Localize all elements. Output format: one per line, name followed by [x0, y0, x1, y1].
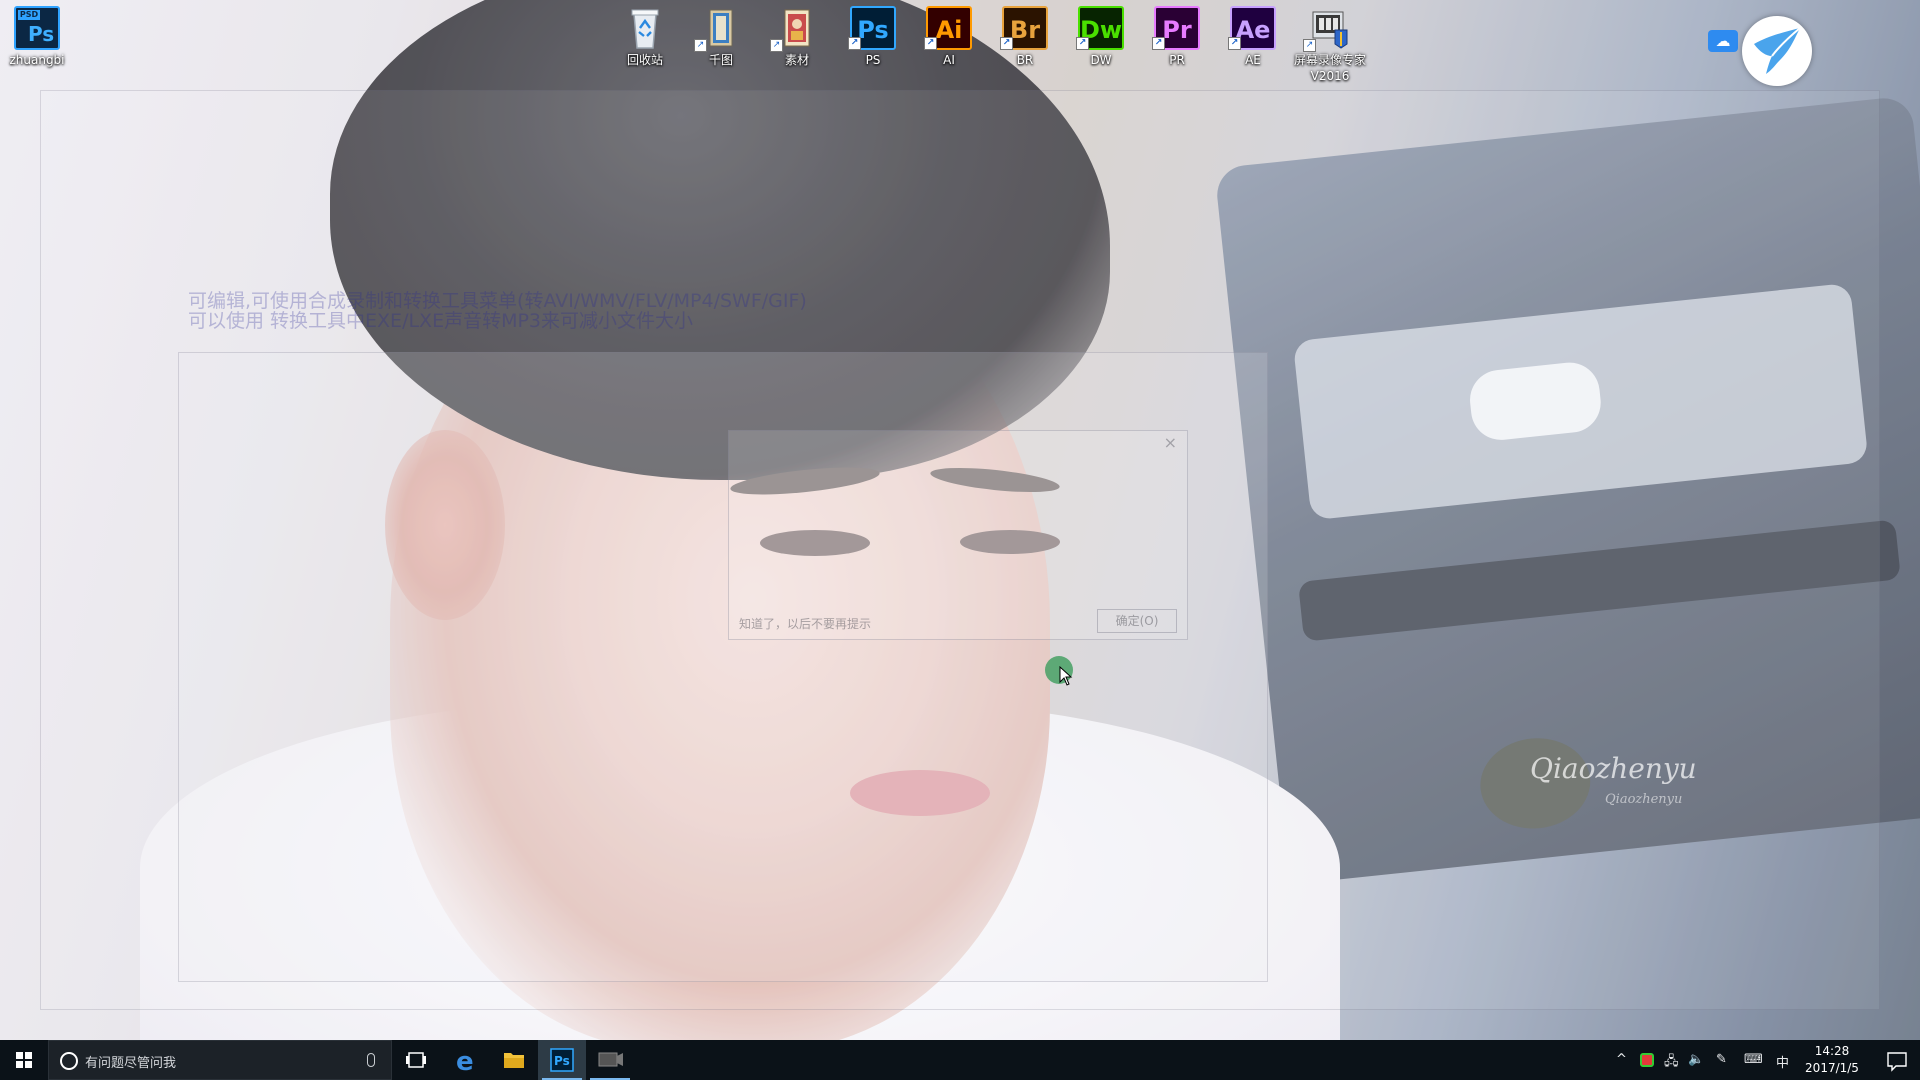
tray-app-icon[interactable]	[1640, 1053, 1654, 1067]
shortcut-arrow-icon: ↗	[770, 39, 783, 52]
task-view-icon	[406, 1052, 426, 1068]
volume-icon[interactable]: 🔈	[1688, 1052, 1704, 1067]
desktop-icon-label: zhuangbi	[9, 53, 65, 67]
windows-logo-icon	[16, 1052, 32, 1068]
edge-browser-icon: e	[456, 1047, 474, 1077]
wallpaper-watermark-sub: Qiaozhenyu	[1605, 792, 1683, 807]
cortana-icon	[60, 1052, 78, 1070]
desktop-icon-qiantu[interactable]: ↗ 千图	[684, 6, 758, 68]
desktop-icon-label: BR	[1016, 53, 1034, 67]
illustrator-abbr: Ai	[935, 16, 963, 44]
desktop-icon-dreamweaver[interactable]: Dw ↗ DW	[1064, 6, 1138, 68]
network-icon[interactable]: 🖧	[1664, 1052, 1679, 1074]
psd-file-icon: PSD Ps	[14, 6, 60, 50]
photoshop-taskbar-icon: Ps	[550, 1048, 574, 1072]
qiantu-shortcut-icon: ↗	[694, 6, 744, 52]
clock-date: 2017/1/5	[1805, 1061, 1859, 1075]
shortcut-arrow-icon: ↗	[694, 39, 707, 52]
desktop-icon-label: 屏幕录像专家 V2016	[1293, 53, 1366, 83]
desktop-icon-screen-recorder[interactable]: ↗ 屏幕录像专家 V2016	[1292, 6, 1368, 84]
desktop-icon-photoshop[interactable]: Ps ↗ PS	[836, 6, 910, 68]
recycle-bin-icon	[622, 6, 668, 50]
desktop-icon-recycle-bin[interactable]: 回收站	[608, 6, 682, 68]
desktop-icon-illustrator[interactable]: Ai ↗ AI	[912, 6, 986, 68]
task-view-button[interactable]	[392, 1040, 440, 1080]
shortcut-arrow-icon: ↗	[1303, 39, 1316, 52]
desktop-icon-zhuangbi[interactable]: PSD Ps zhuangbi	[0, 6, 74, 68]
desktop-icon-label: DW	[1090, 53, 1112, 67]
cortana-search-box[interactable]: 有问题尽管问我	[48, 1040, 392, 1080]
desktop-icon-bridge[interactable]: Br ↗ BR	[988, 6, 1062, 68]
svg-text:Ps: Ps	[554, 1054, 570, 1068]
show-hidden-icons-chevron-icon[interactable]: ^	[1616, 1052, 1627, 1067]
shortcut-arrow-icon: ↗	[1152, 37, 1165, 50]
svg-text:e: e	[456, 1047, 474, 1077]
shortcut-arrow-icon: ↗	[1076, 37, 1089, 50]
psd-badge: PSD	[18, 10, 40, 20]
desktop-icon-label: AE	[1245, 53, 1261, 67]
desktop-wallpaper	[0, 0, 1920, 1040]
screen-recorder-icon: ↗	[1303, 6, 1353, 52]
desktop-icon-label: PR	[1169, 53, 1185, 67]
input-method-indicator[interactable]: 中	[1776, 1052, 1789, 1071]
shortcut-arrow-icon: ↗	[1000, 37, 1013, 50]
shortcut-arrow-icon: ↗	[1228, 37, 1241, 50]
microphone-icon[interactable]	[367, 1053, 375, 1067]
floating-bird-widget-icon[interactable]	[1742, 16, 1812, 86]
bridge-icon: Br ↗	[1000, 6, 1048, 50]
shortcut-arrow-icon: ↗	[924, 37, 937, 50]
desktop-icon-materials[interactable]: ↗ 素材	[760, 6, 834, 68]
wallpaper-veil	[0, 0, 1920, 1040]
photoshop-abbr: Ps	[857, 16, 889, 44]
illustrator-icon: Ai ↗	[924, 6, 972, 50]
cloud-sync-icon[interactable]: ☁	[1708, 30, 1738, 52]
mouse-cursor-icon	[1059, 665, 1073, 690]
action-center-button[interactable]	[1874, 1040, 1920, 1080]
clock-time: 14:28	[1814, 1044, 1850, 1058]
taskbar-file-explorer-button[interactable]	[490, 1040, 538, 1080]
start-button[interactable]	[0, 1040, 48, 1080]
desktop-icon-label: 回收站	[626, 53, 663, 67]
desktop-icon-label: 千图	[708, 53, 733, 67]
touch-keyboard-icon[interactable]: ⌨	[1744, 1052, 1763, 1067]
notification-icon	[1887, 1052, 1907, 1072]
taskbar-clock[interactable]: 14:28 2017/1/5	[1792, 1043, 1872, 1077]
desktop-icon-label: AI	[943, 53, 955, 67]
desktop-icon-label: PS	[865, 53, 881, 67]
premiere-icon: Pr ↗	[1152, 6, 1200, 50]
desktop-icon-premiere[interactable]: Pr ↗ PR	[1140, 6, 1214, 68]
taskbar-photoshop-button[interactable]: Ps	[538, 1040, 586, 1080]
search-placeholder: 有问题尽管问我	[85, 1056, 177, 1071]
premiere-abbr: Pr	[1162, 16, 1192, 44]
taskbar: 有问题尽管问我 e Ps ^ 🖧 🔈 ✎ ⌨ 中 14:28 2017/1/5	[0, 1040, 1920, 1080]
desktop-icon-after-effects[interactable]: Ae ↗ AE	[1216, 6, 1290, 68]
photoshop-icon: Ps ↗	[848, 6, 896, 50]
psd-ps-text: Ps	[28, 22, 55, 46]
bridge-abbr: Br	[1009, 16, 1041, 44]
wallpaper-watermark: Qiaozhenyu	[1530, 752, 1697, 785]
desktop-icon-label: 素材	[784, 53, 809, 67]
taskbar-screen-recorder-button[interactable]	[586, 1040, 634, 1080]
shortcut-arrow-icon: ↗	[848, 37, 861, 50]
materials-folder-icon: ↗	[770, 6, 820, 52]
file-explorer-icon	[504, 1053, 524, 1068]
screen-recorder-taskbar-icon	[598, 1052, 623, 1067]
pen-workspace-icon[interactable]: ✎	[1716, 1052, 1727, 1067]
taskbar-edge-button[interactable]: e	[442, 1040, 490, 1080]
dreamweaver-icon: Dw ↗	[1076, 6, 1124, 50]
after-effects-icon: Ae ↗	[1228, 6, 1276, 50]
